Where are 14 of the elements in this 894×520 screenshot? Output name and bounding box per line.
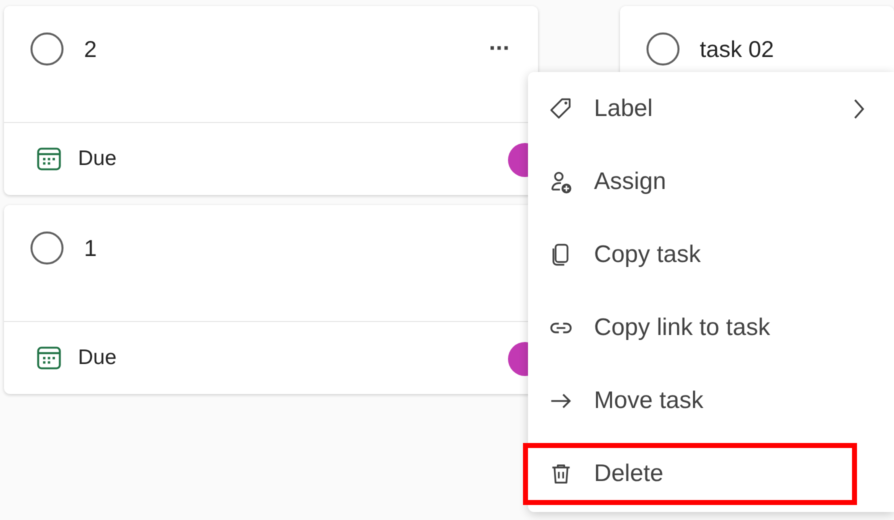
menu-item[interactable]: Delete bbox=[523, 443, 857, 505]
task-card[interactable]: 2 ··· Due bbox=[4, 6, 538, 195]
calendar-icon bbox=[36, 345, 62, 371]
task-title: 1 bbox=[84, 234, 98, 263]
chevron-right-icon bbox=[852, 96, 866, 120]
more-options-button[interactable]: ··· bbox=[484, 32, 514, 66]
due-date-label[interactable]: Due bbox=[78, 147, 117, 171]
due-date-label[interactable]: Due bbox=[78, 346, 117, 370]
task-title: task 02 bbox=[700, 35, 775, 64]
circle-icon[interactable] bbox=[30, 32, 64, 66]
task-title: 2 bbox=[84, 35, 98, 64]
calendar-icon bbox=[36, 146, 62, 172]
circle-icon[interactable] bbox=[646, 32, 680, 66]
circle-icon[interactable] bbox=[30, 231, 64, 265]
